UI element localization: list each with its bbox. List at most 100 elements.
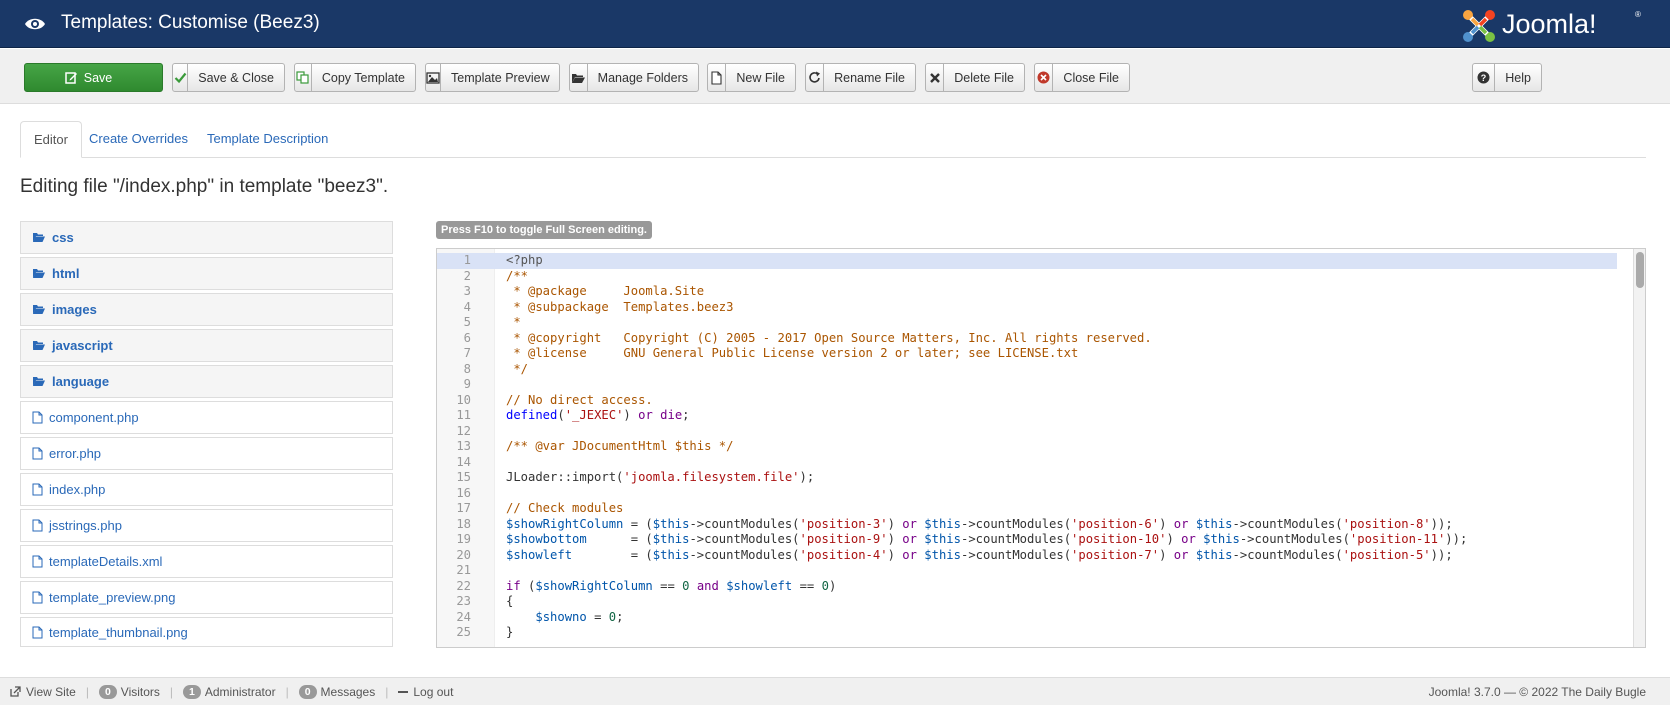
code-line: 13 /** @var JDocumentHtml $this */ <box>437 439 1617 455</box>
messages-indicator[interactable]: 0 Messages <box>298 684 375 699</box>
editor-scrollbar[interactable] <box>1633 249 1645 647</box>
file-name: template_preview.png <box>49 590 176 605</box>
code-token: or <box>902 532 917 546</box>
code-text: // Check modules <box>506 501 624 515</box>
code-line: 15 JLoader::import('joomla.filesystem.fil… <box>437 470 1617 486</box>
tab-template-description[interactable]: Template Description <box>194 121 341 158</box>
manage-folders-label: Manage Folders <box>597 70 688 85</box>
file-item[interactable]: index.php <box>20 473 393 506</box>
scrollbar-thumb[interactable] <box>1636 252 1644 288</box>
save-close-button[interactable]: Save & Close <box>172 63 285 92</box>
file-icon <box>32 447 43 460</box>
code-token: 0 <box>682 578 690 593</box>
folder-item[interactable]: css <box>20 221 393 254</box>
code-token: if <box>506 578 521 593</box>
code-token: ->countModules( <box>689 532 800 546</box>
tab-bar: Editor Create Overrides Template Descrip… <box>20 121 1646 158</box>
help-button[interactable]: ? Help <box>1472 63 1542 92</box>
tab-editor[interactable]: Editor <box>20 121 82 158</box>
code-text: /** @var JDocumentHtml $this */ <box>506 439 734 453</box>
file-item[interactable]: templateDetails.xml <box>20 545 393 578</box>
save-button[interactable]: Save <box>24 63 163 92</box>
close-icon <box>926 64 945 91</box>
code-line: 20 $showleft = ($this->countModules('posi… <box>437 548 1617 564</box>
template-preview-button[interactable]: Template Preview <box>425 63 560 92</box>
code-token: $showRightColumn <box>506 516 624 531</box>
code-line: 4 * @subpackage Templates.beez3 <box>437 300 1617 316</box>
tab-create-overrides[interactable]: Create Overrides <box>76 121 201 158</box>
file-name: templateDetails.xml <box>49 554 163 569</box>
code-line: 7 * @license GNU General Public License … <box>437 346 1617 362</box>
rename-file-button[interactable]: Rename File <box>805 63 916 92</box>
visitors-indicator[interactable]: 0 Visitors <box>98 684 160 699</box>
code-token: $this <box>652 532 690 546</box>
folder-item[interactable]: language <box>20 365 393 398</box>
folder-item[interactable]: html <box>20 257 393 290</box>
logo-text: Joomla! <box>1502 9 1597 39</box>
file-item[interactable]: component.php <box>20 401 393 434</box>
code-token: $this <box>924 547 961 562</box>
code-token: or <box>1173 516 1189 531</box>
code-token: $this <box>652 516 690 531</box>
manage-folders-button[interactable]: Manage Folders <box>569 63 699 92</box>
folder-open-icon <box>32 268 46 279</box>
file-item[interactable]: jsstrings.php <box>20 509 393 542</box>
file-item[interactable]: error.php <box>20 437 393 470</box>
folder-open-icon <box>32 304 46 315</box>
editing-file-heading: Editing file "/index.php" in template "b… <box>20 176 389 197</box>
close-file-button[interactable]: Close File <box>1034 63 1130 92</box>
code-token: 0 <box>821 578 829 593</box>
file-item[interactable]: template_thumbnail.png <box>20 617 393 647</box>
code-token: $showbottom <box>506 532 587 546</box>
save-button-label: Save <box>83 70 113 85</box>
joomla-logo[interactable]: Joomla! ® <box>1460 6 1641 46</box>
delete-file-button[interactable]: Delete File <box>925 63 1025 92</box>
file-icon <box>32 626 43 639</box>
save-close-label: Save & Close <box>198 70 274 85</box>
app-header: Templates: Customise (Beez3) Joomla! ® <box>0 0 1670 48</box>
folder-open-icon <box>32 340 46 351</box>
code-text: } <box>506 625 514 639</box>
code-token: 'joomla.filesystem.file' <box>623 470 800 484</box>
view-site-link[interactable]: View Site <box>10 685 76 699</box>
folder-name: images <box>52 302 97 317</box>
folder-item[interactable]: images <box>20 293 393 326</box>
joomla-mark-icon <box>1463 10 1495 42</box>
admin-indicator[interactable]: 1 Administrator <box>183 684 276 699</box>
code-line: 24 $showno = 0; <box>437 610 1617 626</box>
code-token: ->countModules( <box>1239 532 1350 546</box>
code-token: or <box>638 408 653 422</box>
line-number: 20 <box>456 547 471 562</box>
copy-template-label: Copy Template <box>321 70 405 85</box>
code-token: 'position-4' <box>799 547 888 562</box>
code-lines[interactable]: 1 <?php 2 /** 3 * @package Joomla.Site 4 *… <box>437 253 1617 641</box>
code-token: 0 <box>608 609 617 624</box>
folder-item[interactable]: javascript <box>20 329 393 362</box>
code-token: 'position-8' <box>1342 516 1431 531</box>
line-number: 13 <box>456 439 471 453</box>
file-name: index.php <box>49 482 106 497</box>
file-item[interactable]: template_preview.png <box>20 581 393 614</box>
code-token: 'position-5' <box>1342 547 1431 562</box>
line-number: 6 <box>463 330 471 345</box>
code-editor[interactable]: 1 <?php 2 /** 3 * @package Joomla.Site 4 *… <box>436 248 1646 648</box>
code-line: 23 { <box>437 594 1617 610</box>
code-text: * @package Joomla.Site <box>506 284 705 298</box>
code-token: 'position-7' <box>1071 547 1160 562</box>
page-title: Templates: Customise (Beez3) <box>61 12 320 33</box>
visitors-badge: 0 <box>98 684 117 699</box>
code-token: $this <box>1195 547 1233 562</box>
new-file-button[interactable]: New File <box>707 63 796 92</box>
line-number: 7 <box>463 346 471 360</box>
code-line: 16 <box>437 486 1617 502</box>
code-token: ->countModules( <box>960 516 1072 531</box>
copy-template-button[interactable]: Copy Template <box>294 63 416 92</box>
code-line: 6 * @copyright Copyright (C) 2005 - 2017… <box>437 331 1617 347</box>
logout-label: Log out <box>413 684 454 699</box>
code-line: 5 * <box>437 315 1617 331</box>
file-icon <box>32 555 43 568</box>
code-text: // No direct access. <box>506 392 653 407</box>
code-token: ->countModules( <box>960 547 1072 562</box>
code-text: /** <box>506 268 529 283</box>
logout-link[interactable]: Log out <box>398 685 453 699</box>
